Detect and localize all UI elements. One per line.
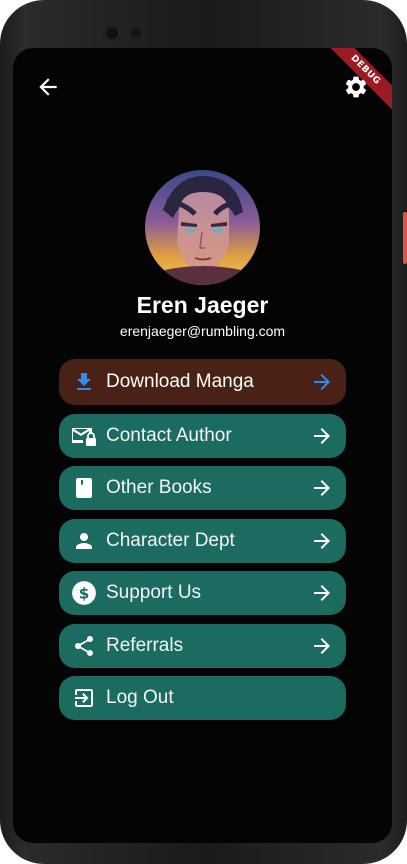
logout-icon xyxy=(75,689,93,707)
menu-item-label: Support Us xyxy=(106,582,202,603)
menu-item-log-out[interactable]: Log Out xyxy=(59,676,346,720)
arrow-right-icon xyxy=(314,427,330,444)
menu-item-download-manga[interactable]: Download Manga xyxy=(59,359,346,405)
profile-name: Eren Jaeger xyxy=(136,292,269,318)
menu-list: Download Manga Contact Author Other Book… xyxy=(59,359,346,729)
proximity-sensor xyxy=(131,28,141,38)
menu-item-character-dept[interactable]: Character Dept xyxy=(59,518,346,563)
profile-email: erenjaeger@rumbling.com xyxy=(119,323,286,339)
menu-item-label: Character Dept xyxy=(106,529,235,551)
mail-lock-icon xyxy=(72,427,96,446)
dollar-icon: $ xyxy=(72,581,96,605)
menu-item-label: Referrals xyxy=(106,634,184,656)
settings-button[interactable] xyxy=(343,74,369,100)
person-icon xyxy=(76,532,92,549)
menu-item-label: Contact Author xyxy=(106,424,232,446)
book-icon xyxy=(76,478,92,498)
menu-item-label: Download Manga xyxy=(106,371,254,392)
front-camera xyxy=(103,24,121,42)
svg-text:$: $ xyxy=(79,584,90,602)
phone-frame: DEBUG Eren Jaeger erenjaeger@rumbling.co… xyxy=(0,0,407,864)
gear-icon xyxy=(345,76,367,98)
arrow-right-icon xyxy=(314,637,330,654)
share-icon xyxy=(75,635,93,656)
menu-item-label: Other Books xyxy=(106,477,212,498)
app-screen: DEBUG Eren Jaeger erenjaeger@rumbling.co… xyxy=(13,48,392,843)
menu-item-other-books[interactable]: Other Books xyxy=(59,466,346,510)
arrow-left-icon xyxy=(39,78,57,96)
side-power-button xyxy=(403,212,407,264)
arrow-right-icon xyxy=(314,374,330,390)
download-icon xyxy=(77,373,91,390)
arrow-right-icon xyxy=(314,480,330,496)
arrow-right-icon xyxy=(314,585,330,601)
menu-item-contact-author[interactable]: Contact Author xyxy=(59,413,346,458)
profile-avatar xyxy=(145,170,260,285)
back-button[interactable] xyxy=(35,74,61,100)
menu-item-support-us[interactable]: $ Support Us xyxy=(59,571,346,615)
menu-item-referrals[interactable]: Referrals xyxy=(59,623,346,668)
profile-avatar-image xyxy=(145,170,260,285)
arrow-right-icon xyxy=(314,532,330,549)
menu-item-label: Log Out xyxy=(106,687,174,708)
